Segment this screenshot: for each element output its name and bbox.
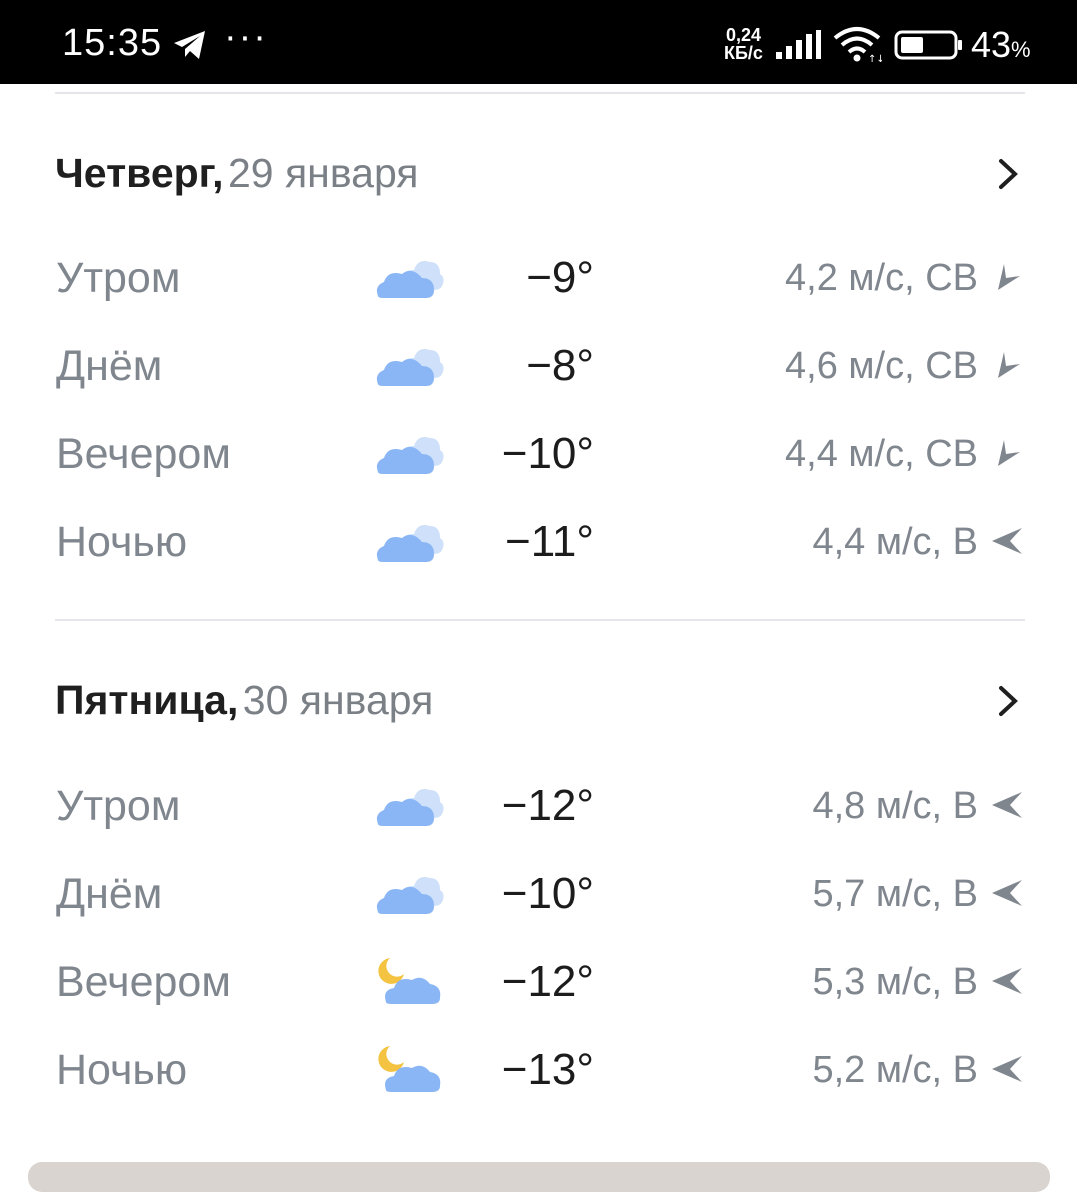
day-name: Четверг, <box>55 150 224 196</box>
battery-percent-value: 43 <box>971 24 1012 65</box>
cloudy-icon <box>372 774 446 834</box>
day-part-label: Вечером <box>56 958 231 1006</box>
wind-info: 4,8 м/с, В <box>812 785 978 827</box>
network-speed-unit: КБ/с <box>724 43 763 63</box>
wind-info: 4,2 м/с, СВ <box>785 257 978 299</box>
wind-info: 5,7 м/с, В <box>812 873 978 915</box>
day-part-label: Днём <box>56 870 163 918</box>
forecast-row: Ночью −11° 4,4 м/с, В <box>0 512 1077 600</box>
forecast-row: Вечером −12° 5,3 м/с, В <box>0 952 1077 1040</box>
wind-info: 4,4 м/с, В <box>812 521 978 563</box>
temperature: −12° <box>501 781 594 830</box>
battery-icon <box>894 30 962 60</box>
battery-percent-unit: % <box>1011 37 1031 62</box>
forecast-row: Вечером −10° 4,4 м/с, СВ <box>0 424 1077 512</box>
day-part-label: Ночью <box>56 1046 188 1094</box>
wind-direction-icon <box>990 876 1024 910</box>
day-date: 30 января <box>242 677 434 723</box>
wifi-icon: ↑↓ <box>833 27 882 64</box>
day-date: 29 января <box>227 150 419 196</box>
temperature: −8° <box>526 341 594 390</box>
moon-cloud-icon <box>372 1038 446 1098</box>
cloudy-icon <box>372 862 446 922</box>
day-header-thursday[interactable]: Четверг, 29 января <box>55 150 1025 210</box>
wind-direction-icon <box>990 788 1024 822</box>
cloudy-icon <box>372 246 446 306</box>
day-name: Пятница, <box>55 677 239 723</box>
wind-info: 5,3 м/с, В <box>812 961 978 1003</box>
chevron-right-icon[interactable] <box>996 156 1020 192</box>
wind-direction-icon <box>990 260 1024 294</box>
wind-info: 4,6 м/с, СВ <box>785 345 978 387</box>
forecast-row: Ночью −13° 5,2 м/с, В <box>0 1040 1077 1128</box>
divider <box>55 92 1025 94</box>
wind-info: 4,4 м/с, СВ <box>785 433 978 475</box>
status-bar: 15:35 ··· 0,24 КБ/с ↑↓ 43% <box>0 0 1077 84</box>
temperature: −11° <box>505 517 594 566</box>
wind-direction-icon <box>990 964 1024 998</box>
day-header-friday[interactable]: Пятница, 30 января <box>55 677 1025 737</box>
wind-direction-icon <box>990 436 1024 470</box>
temperature: −12° <box>501 957 594 1006</box>
temperature: −10° <box>501 429 594 478</box>
forecast-row: Днём −8° 4,6 м/с, СВ <box>0 336 1077 424</box>
forecast-row: Днём −10° 5,7 м/с, В <box>0 864 1077 952</box>
cloudy-icon <box>372 510 446 570</box>
next-card-preview[interactable] <box>28 1162 1050 1192</box>
divider <box>55 619 1025 621</box>
chevron-right-icon[interactable] <box>996 683 1020 719</box>
day-part-label: Утром <box>56 254 181 302</box>
day-part-label: Утром <box>56 782 181 830</box>
wind-direction-icon <box>990 1052 1024 1086</box>
network-speed: 0,24 КБ/с <box>724 26 763 62</box>
battery-percent: 43% <box>971 24 1031 66</box>
telegram-icon <box>174 31 205 59</box>
temperature: −9° <box>526 253 594 302</box>
forecast-row: Утром −12° 4,8 м/с, В <box>0 776 1077 864</box>
wind-direction-icon <box>990 524 1024 558</box>
cloudy-icon <box>372 334 446 394</box>
svg-text:↑↓: ↑↓ <box>868 54 882 64</box>
cell-signal-icon <box>776 30 821 59</box>
wind-direction-icon <box>990 348 1024 382</box>
day-part-label: Ночью <box>56 518 188 566</box>
day-part-label: Вечером <box>56 430 231 478</box>
moon-cloud-icon <box>372 950 446 1010</box>
forecast-row: Утром −9° 4,2 м/с, СВ <box>0 248 1077 336</box>
more-notifications-icon: ··· <box>224 16 268 58</box>
network-speed-value: 0,24 <box>725 25 761 45</box>
cloudy-icon <box>372 422 446 482</box>
day-part-label: Днём <box>56 342 163 390</box>
status-time: 15:35 <box>62 22 163 64</box>
wind-info: 5,2 м/с, В <box>812 1049 978 1091</box>
temperature: −10° <box>501 869 594 918</box>
temperature: −13° <box>501 1045 594 1094</box>
